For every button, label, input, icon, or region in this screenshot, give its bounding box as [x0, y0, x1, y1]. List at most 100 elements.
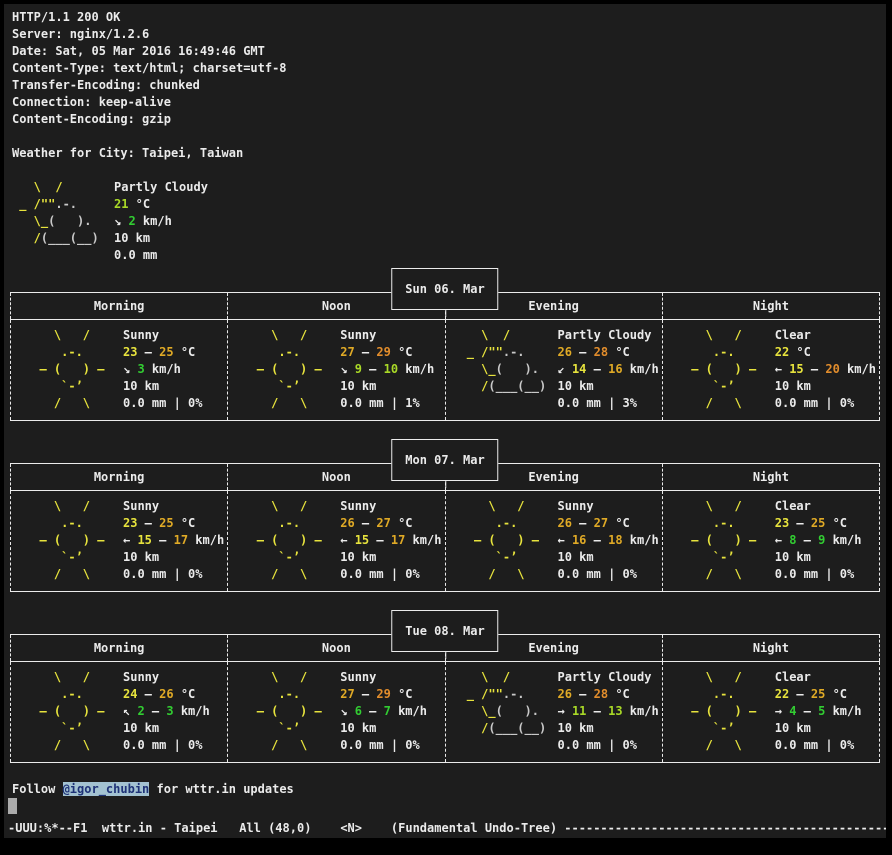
wind-speed: → 11 – 13 km/h: [558, 703, 659, 720]
forecast-date: Mon 07. Mar: [405, 452, 484, 469]
forecast-date-box: Tue 08. Mar: [391, 610, 498, 652]
temperature-range: 22 – 25 °C: [775, 686, 862, 703]
temperature-range: 26 – 28 °C: [558, 344, 659, 361]
wind-speed: → 4 – 5 km/h: [775, 703, 862, 720]
wind-speed: ↙ 14 – 16 km/h: [558, 361, 659, 378]
forecast-cell-noon: \ / .-. – ( ) – `-’ / \ Sunny 27 – 29 °C…: [227, 662, 444, 762]
wind-speed: ← 15 – 20 km/h: [775, 361, 876, 378]
precipitation: 0.0 mm | 0%: [123, 395, 202, 412]
forecast-cell-noon: \ / .-. – ( ) – `-’ / \ Sunny 26 – 27 °C…: [227, 491, 444, 591]
weather-icon: \ / .-. – ( ) – `-’ / \: [446, 498, 558, 591]
precipitation: 0.0 mm | 0%: [558, 566, 659, 583]
condition-label: Sunny: [340, 327, 434, 344]
temperature-range: 26 – 27 °C: [558, 515, 659, 532]
follow-prefix: Follow: [12, 782, 63, 796]
forecast-date-box: Sun 06. Mar: [391, 268, 498, 310]
forecast-cells: \ / .-. – ( ) – `-’ / \ Sunny 24 – 26 °C…: [10, 662, 880, 762]
period-header-night: Night: [662, 635, 880, 661]
precipitation: 0.0 mm | 0%: [558, 737, 659, 754]
weather-icon: \ / .-. – ( ) – `-’ / \: [228, 498, 340, 591]
precipitation: 0.0 mm | 0%: [340, 566, 441, 583]
emacs-buffer[interactable]: HTTP/1.1 200 OKServer: nginx/1.2.6Date: …: [4, 4, 886, 838]
current-temperature: 21 °C: [114, 196, 208, 213]
visibility: 10 km: [558, 549, 659, 566]
follow-line: Follow @igor_chubin for wttr.in updates: [4, 781, 886, 798]
condition-label: Sunny: [558, 498, 659, 515]
visibility: 10 km: [340, 549, 441, 566]
city-title: Weather for City: Taipei, Taiwan: [4, 145, 886, 162]
weather-icon: \ / .-. – ( ) – `-’ / \: [663, 498, 775, 591]
period-header-night: Night: [662, 293, 880, 319]
forecast-cell-night: \ / .-. – ( ) – `-’ / \ Clear 22 – 25 °C…: [662, 662, 880, 762]
wind-speed: ← 8 – 9 km/h: [775, 532, 862, 549]
forecast-cells: \ / .-. – ( ) – `-’ / \ Sunny 23 – 25 °C…: [10, 320, 880, 420]
precipitation: 0.0 mm | 0%: [340, 737, 427, 754]
terminal-window: HTTP/1.1 200 OKServer: nginx/1.2.6Date: …: [0, 0, 892, 855]
forecast-days: Sun 06. Mar Morning Noon Evening Night \…: [4, 268, 886, 763]
current-condition-label: Partly Cloudy: [114, 179, 208, 196]
current-wind: ↘ 2 km/h: [114, 213, 208, 230]
visibility: 10 km: [123, 720, 210, 737]
weather-icon: \ / .-. – ( ) – `-’ / \: [11, 669, 123, 762]
precipitation: 0.0 mm | 1%: [340, 395, 434, 412]
http-headers: HTTP/1.1 200 OKServer: nginx/1.2.6Date: …: [4, 4, 886, 128]
twitter-handle-link[interactable]: @igor_chubin: [63, 782, 150, 796]
condition-label: Sunny: [123, 327, 202, 344]
current-conditions: \ / _ /"".-. \_( ). /(___(__) Partly Clo…: [4, 179, 886, 264]
temperature-range: 23 – 25 °C: [123, 515, 224, 532]
temperature-range: 22 °C: [775, 344, 876, 361]
temperature-range: 23 – 25 °C: [123, 344, 202, 361]
forecast-date: Tue 08. Mar: [405, 623, 484, 640]
condition-label: Sunny: [123, 669, 210, 686]
forecast-day: Sun 06. Mar Morning Noon Evening Night \…: [10, 268, 880, 421]
condition-label: Clear: [775, 498, 862, 515]
current-precipitation: 0.0 mm: [114, 247, 208, 264]
visibility: 10 km: [340, 720, 427, 737]
precipitation: 0.0 mm | 0%: [775, 737, 862, 754]
precipitation: 0.0 mm | 0%: [123, 566, 224, 583]
forecast-cell-morning: \ / .-. – ( ) – `-’ / \ Sunny 24 – 26 °C…: [10, 662, 227, 762]
forecast-day: Tue 08. Mar Morning Noon Evening Night \…: [10, 610, 880, 763]
weather-icon: \ / .-. – ( ) – `-’ / \: [663, 327, 775, 420]
forecast-day: Mon 07. Mar Morning Noon Evening Night \…: [10, 439, 880, 592]
wind-speed: ↖ 2 – 3 km/h: [123, 703, 210, 720]
weather-icon: \ / .-. – ( ) – `-’ / \: [11, 498, 123, 591]
temperature-range: 26 – 28 °C: [558, 686, 659, 703]
wind-speed: ← 15 – 17 km/h: [123, 532, 224, 549]
visibility: 10 km: [775, 720, 862, 737]
condition-label: Partly Cloudy: [558, 327, 659, 344]
condition-label: Sunny: [340, 498, 441, 515]
precipitation: 0.0 mm | 0%: [775, 395, 876, 412]
forecast-date: Sun 06. Mar: [405, 281, 484, 298]
emacs-mode-line[interactable]: -UUU:%*--F1 wttr.in - Taipei All (48,0) …: [4, 818, 886, 838]
condition-label: Sunny: [340, 669, 427, 686]
visibility: 10 km: [558, 720, 659, 737]
follow-suffix: for wttr.in updates: [149, 782, 294, 796]
partly-cloudy-icon: \ / _ /"".-. \_( ). /(___(__): [12, 179, 114, 264]
precipitation: 0.0 mm | 3%: [558, 395, 659, 412]
period-header-night: Night: [662, 464, 880, 490]
weather-icon: \ / _ /"".-. \_( ). /(___(__): [446, 327, 558, 420]
text-cursor: [8, 798, 17, 814]
visibility: 10 km: [123, 378, 202, 395]
temperature-range: 23 – 25 °C: [775, 515, 862, 532]
forecast-cell-evening: \ / .-. – ( ) – `-’ / \ Sunny 26 – 27 °C…: [445, 491, 662, 591]
forecast-cell-morning: \ / .-. – ( ) – `-’ / \ Sunny 23 – 25 °C…: [10, 491, 227, 591]
cursor-line: [4, 798, 886, 815]
period-header-morning: Morning: [10, 293, 227, 319]
temperature-range: 27 – 29 °C: [340, 344, 434, 361]
visibility: 10 km: [123, 549, 224, 566]
wind-speed: ← 15 – 17 km/h: [340, 532, 441, 549]
visibility: 10 km: [775, 378, 876, 395]
wind-speed: ← 16 – 18 km/h: [558, 532, 659, 549]
temperature-range: 24 – 26 °C: [123, 686, 210, 703]
weather-icon: \ / _ /"".-. \_( ). /(___(__): [446, 669, 558, 762]
period-header-morning: Morning: [10, 464, 227, 490]
temperature-range: 26 – 27 °C: [340, 515, 441, 532]
visibility: 10 km: [340, 378, 434, 395]
current-visibility: 10 km: [114, 230, 208, 247]
wind-speed: ↘ 9 – 10 km/h: [340, 361, 434, 378]
condition-label: Clear: [775, 669, 862, 686]
precipitation: 0.0 mm | 0%: [775, 566, 862, 583]
forecast-cell-evening: \ / _ /"".-. \_( ). /(___(__) Partly Clo…: [445, 662, 662, 762]
